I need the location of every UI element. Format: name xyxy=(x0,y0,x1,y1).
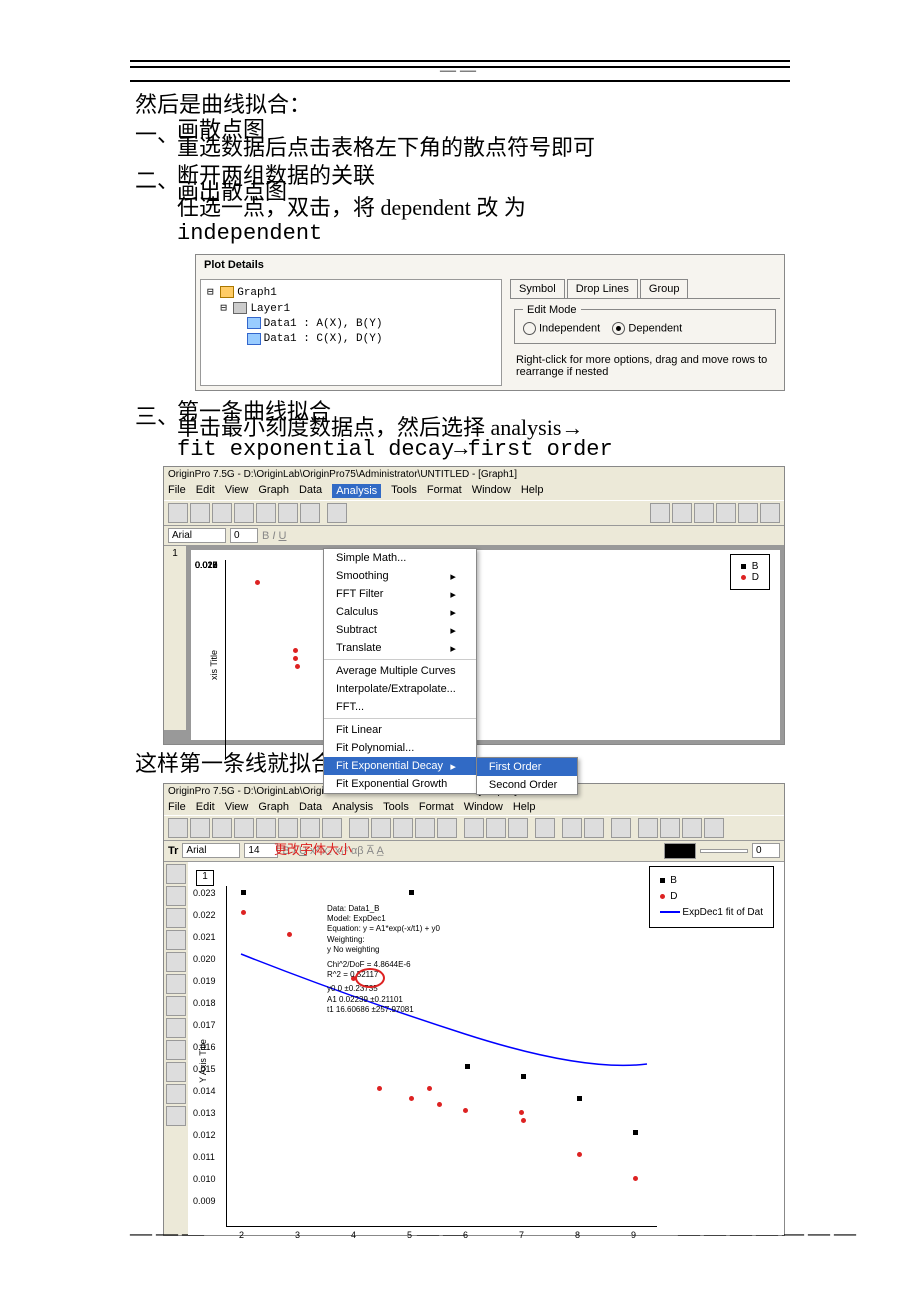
menu-fit-poly[interactable]: Fit Polynomial... xyxy=(324,739,476,757)
step2-line-b: 任选一点，双击，将 dependent 改 为 xyxy=(177,195,526,220)
submenu-first-order[interactable]: First Order xyxy=(477,758,577,776)
font-select-2[interactable]: Arial xyxy=(182,843,240,858)
menu-graph[interactable]: Graph xyxy=(258,484,289,498)
toolbar-2 xyxy=(164,815,784,841)
title-bar-1: OriginPro 7.5G - D:\OriginLab\OriginPro7… xyxy=(164,467,784,482)
menu-fft-filter[interactable]: FFT Filter▸ xyxy=(324,585,476,603)
fit-info-box: Data: Data1_B Model: ExpDec1 Equation: y… xyxy=(327,904,440,1016)
menu-subtract[interactable]: Subtract▸ xyxy=(324,621,476,639)
menu-fit-linear[interactable]: Fit Linear xyxy=(324,721,476,739)
plot-details-tree[interactable]: ⊟ Graph1 ⊟ Layer1 Data1 : A(X), B(Y) Dat… xyxy=(200,279,502,386)
font-size-annotation: 更改字体大小 xyxy=(274,839,352,858)
side-toolbar xyxy=(164,862,188,1235)
radio-dependent[interactable] xyxy=(612,322,625,335)
layer-button[interactable]: 1 xyxy=(164,546,187,730)
analysis-dropdown: Simple Math... Smoothing▸ FFT Filter▸ Ca… xyxy=(323,548,477,794)
menu-bar-2: File Edit View Graph Data Analysis Tools… xyxy=(164,799,784,815)
step-number-1: 一、 xyxy=(135,117,177,149)
origin-window-2: OriginPro 7.5G - D:\OriginLab\OriginPro7… xyxy=(163,783,785,1236)
tab-symbol[interactable]: Symbol xyxy=(510,279,565,298)
menu-calculus[interactable]: Calculus▸ xyxy=(324,603,476,621)
fit-curve xyxy=(227,886,657,1226)
menu-fit-exp-decay[interactable]: Fit Exponential Decay▸ First Order Secon… xyxy=(324,757,476,775)
menu-translate[interactable]: Translate▸ xyxy=(324,639,476,657)
toolbar-button[interactable] xyxy=(168,503,188,523)
plot-details-dialog: Plot Details ⊟ Graph1 ⊟ Layer1 Data1 : A… xyxy=(195,254,785,391)
menu-data[interactable]: Data xyxy=(299,484,322,498)
tab-drop-lines[interactable]: Drop Lines xyxy=(567,279,638,298)
step3-line-a: 单击最小刻度数据点，然后选择 analysis→ xyxy=(177,415,583,440)
origin-window-1: OriginPro 7.5G - D:\OriginLab\OriginPro7… xyxy=(163,466,785,745)
layer-button-2[interactable]: 1 xyxy=(196,870,214,886)
menu-fit-exp-growth[interactable]: Fit Exponential Growth xyxy=(324,775,476,793)
chart-2: Y Axis Title 0.023 0.022 0.021 0.020 0.0… xyxy=(226,886,657,1227)
legend-1: B D xyxy=(730,554,770,590)
heading: 然后是曲线拟合： xyxy=(135,92,785,117)
radio-independent[interactable] xyxy=(523,322,536,335)
step-number-3: 三、 xyxy=(135,399,177,431)
step1-line-b: 重选数据后点击表格左下角的散点符号即可 xyxy=(177,135,595,160)
submenu-second-order[interactable]: Second Order xyxy=(477,776,577,794)
y-axis-label-1: xis Title xyxy=(209,650,219,680)
dashes-top: —— xyxy=(40,62,880,80)
menu-fft[interactable]: FFT... xyxy=(324,698,476,716)
menu-avg-curves[interactable]: Average Multiple Curves xyxy=(324,662,476,680)
menu-bar-1: File Edit View Graph Data Analysis Tools… xyxy=(164,482,784,500)
menu-interpolate[interactable]: Interpolate/Extrapolate... xyxy=(324,680,476,698)
menu-window[interactable]: Window xyxy=(472,484,511,498)
menu-format[interactable]: Format xyxy=(427,484,462,498)
red-highlight-circle xyxy=(355,968,385,988)
step-number-2: 二、 xyxy=(135,163,177,195)
plot-details-hint: Right-click for more options, drag and m… xyxy=(510,354,780,386)
font-select-1[interactable]: Arial xyxy=(168,528,226,543)
menu-help[interactable]: Help xyxy=(521,484,544,498)
menu-analysis[interactable]: Analysis xyxy=(332,484,381,498)
menu-edit[interactable]: Edit xyxy=(196,484,215,498)
menu-smoothing[interactable]: Smoothing▸ xyxy=(324,567,476,585)
tab-group[interactable]: Group xyxy=(640,279,689,298)
plot-details-title: Plot Details xyxy=(196,255,784,275)
menu-simple-math[interactable]: Simple Math... xyxy=(324,549,476,567)
menu-tools[interactable]: Tools xyxy=(391,484,417,498)
toolbar-1 xyxy=(164,500,784,526)
legend-2: B D ExpDec1 fit of Dat xyxy=(649,866,774,928)
menu-file[interactable]: File xyxy=(168,484,186,498)
menu-view[interactable]: View xyxy=(225,484,249,498)
